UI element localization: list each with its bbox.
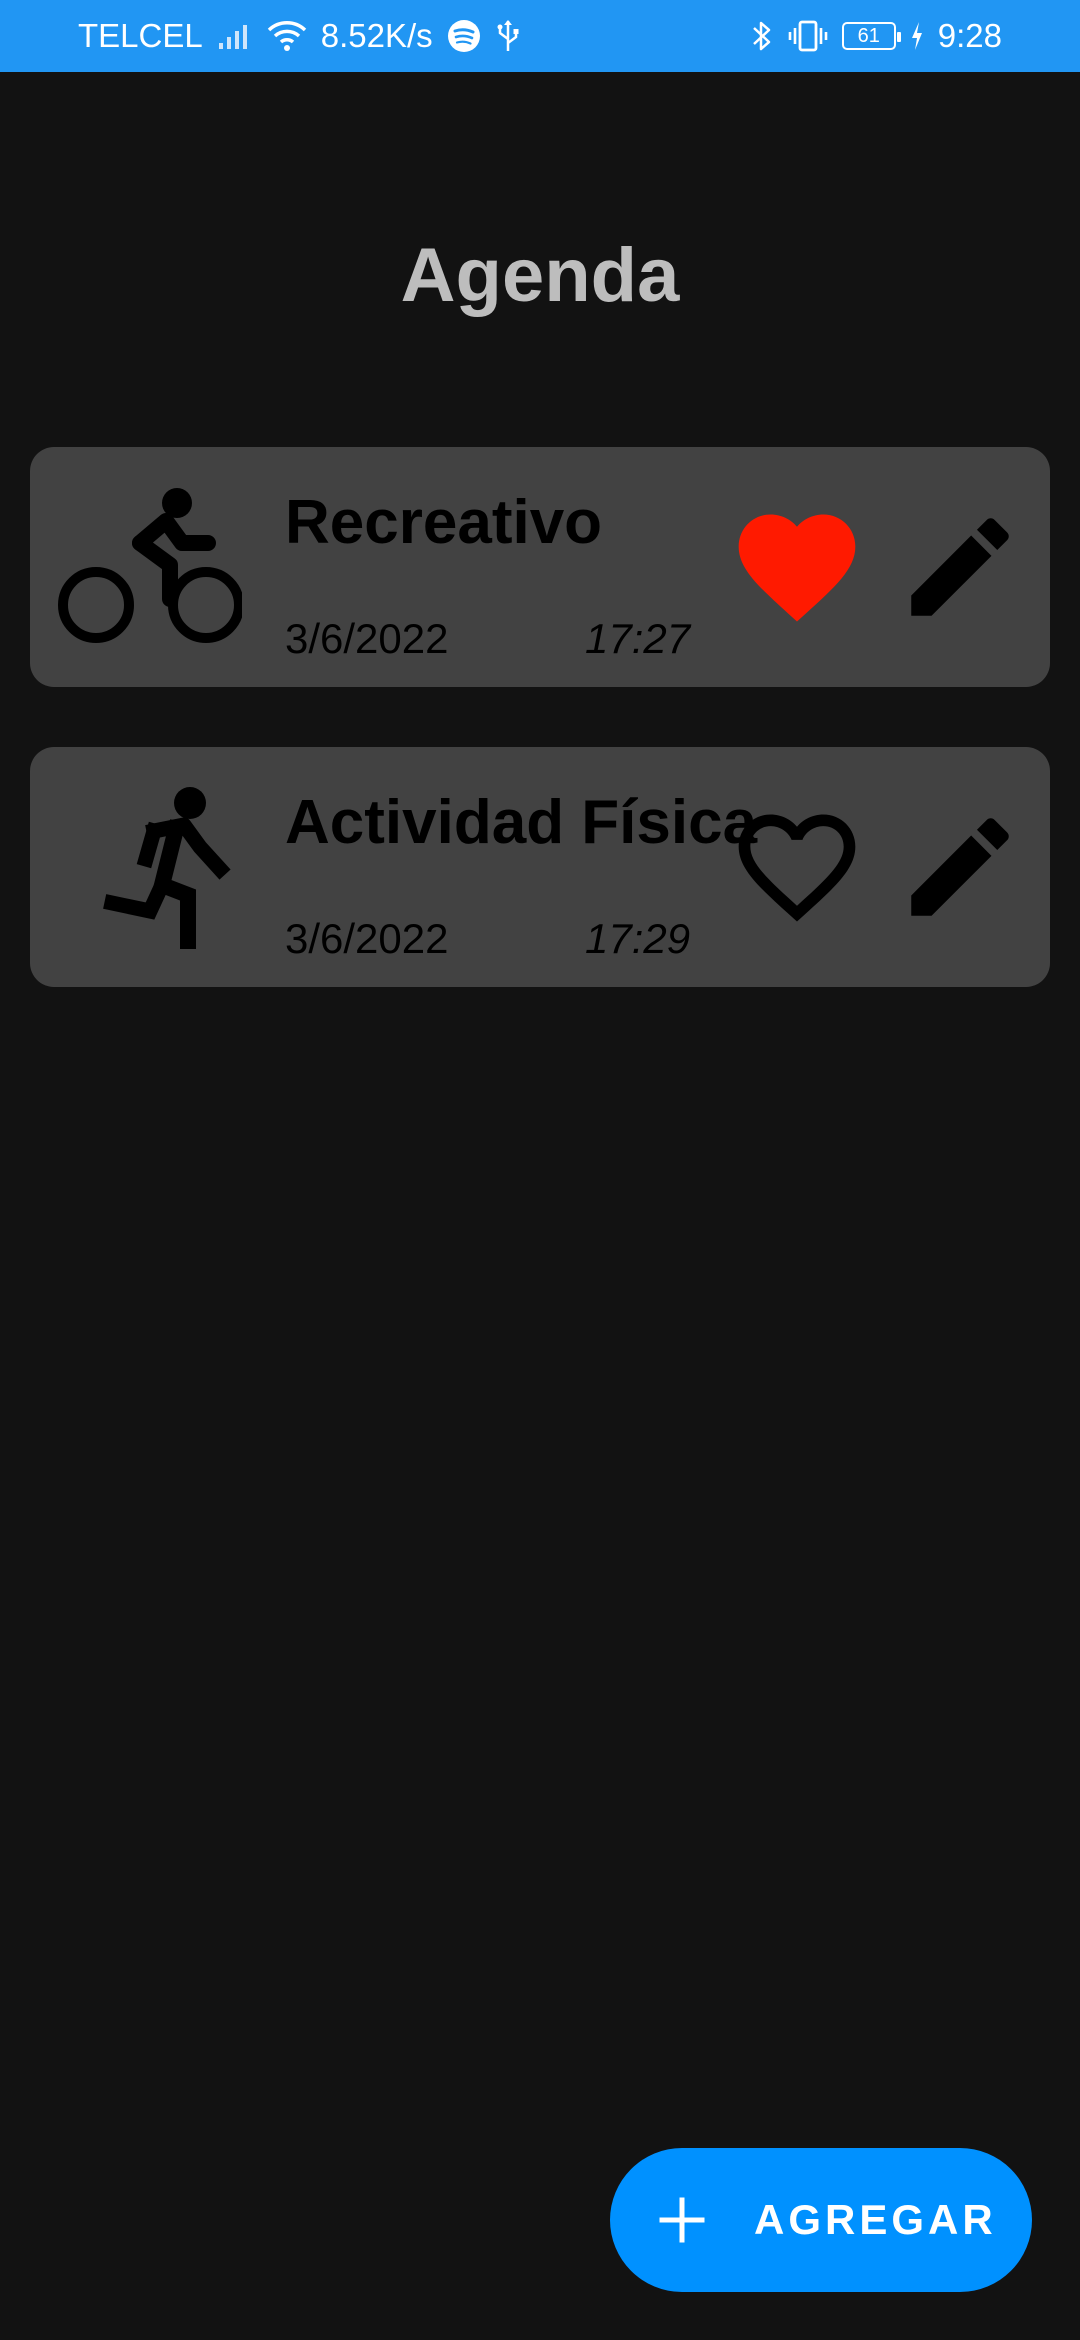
- status-bar-left: TELCEL 8.52K/s: [78, 17, 521, 55]
- favorite-button[interactable]: [727, 797, 867, 937]
- run-icon: [103, 787, 231, 949]
- pencil-icon: [911, 818, 1009, 916]
- heart-filled-icon: [738, 514, 856, 622]
- entry-date: 3/6/2022: [285, 915, 449, 962]
- battery-icon: 61: [841, 22, 901, 50]
- favorite-button[interactable]: [727, 497, 867, 637]
- carrier-label: TELCEL: [78, 17, 203, 54]
- battery-level: 61: [857, 25, 880, 47]
- entry-title: Recreativo: [285, 488, 603, 557]
- status-bar: TELCEL 8.52K/s 61 9:28: [0, 0, 1080, 72]
- heart-outline-icon: [738, 814, 856, 922]
- list-item[interactable]: Actividad Física 3/6/2022 17:29: [30, 747, 1050, 987]
- page-title: Agenda: [400, 233, 680, 318]
- net-speed-label: 8.52K/s: [320, 17, 433, 54]
- edit-button[interactable]: [895, 502, 1025, 632]
- bluetooth-icon: [750, 19, 774, 53]
- add-button-label: AGREGAR: [754, 2196, 997, 2243]
- entry-date: 3/6/2022: [285, 615, 449, 662]
- bike-icon: [58, 488, 242, 643]
- vibrate-icon: [788, 19, 828, 53]
- plus-icon: [659, 2197, 705, 2243]
- charging-icon: [910, 21, 924, 51]
- pencil-icon: [911, 518, 1009, 616]
- add-button[interactable]: AGREGAR: [610, 2148, 1032, 2292]
- signal-icon: [217, 21, 253, 51]
- edit-button[interactable]: [895, 802, 1025, 932]
- entry-title: Actividad Física: [285, 788, 758, 857]
- usb-icon: [495, 19, 521, 53]
- spotify-icon: [447, 19, 481, 53]
- clock: 9:28: [937, 17, 1002, 54]
- entry-time: 17:27: [585, 615, 691, 662]
- wifi-icon: [267, 20, 307, 52]
- entry-time: 17:29: [585, 915, 691, 962]
- status-bar-right: 61 9:28: [750, 17, 1002, 55]
- list-item[interactable]: Recreativo 3/6/2022 17:27: [30, 447, 1050, 687]
